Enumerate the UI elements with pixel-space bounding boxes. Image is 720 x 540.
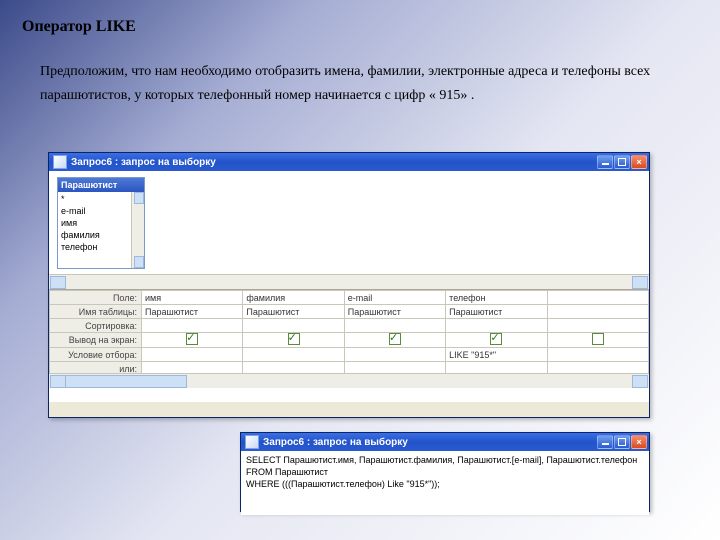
grid-cell[interactable]: Парашютист xyxy=(142,305,243,319)
row-label-table: Имя таблицы: xyxy=(50,305,142,319)
grid-cell[interactable]: Парашютист xyxy=(344,305,445,319)
maximize-button[interactable] xyxy=(614,435,630,449)
scroll-right-button[interactable] xyxy=(632,375,648,388)
grid-cell[interactable] xyxy=(243,333,344,348)
vertical-scrollbar[interactable] xyxy=(131,192,144,268)
grid-cell[interactable] xyxy=(344,333,445,348)
grid-cell[interactable] xyxy=(547,333,648,348)
maximize-button[interactable] xyxy=(614,155,630,169)
grid-cell[interactable] xyxy=(243,319,344,333)
query-sql-window: Запрос6 : запрос на выборку × SELECT Пар… xyxy=(240,432,650,512)
grid-cell[interactable] xyxy=(547,305,648,319)
upper-horizontal-scrollbar[interactable] xyxy=(49,274,649,289)
row-label-sort: Сортировка: xyxy=(50,319,142,333)
grid-cell[interactable]: имя xyxy=(142,291,243,305)
grid-cell[interactable] xyxy=(344,348,445,362)
grid-cell[interactable] xyxy=(547,348,648,362)
row-label-show: Вывод на экран: xyxy=(50,333,142,348)
grid-cell[interactable] xyxy=(344,319,445,333)
show-checkbox[interactable] xyxy=(490,333,502,345)
grid-cell[interactable]: Парашютист xyxy=(446,305,547,319)
titlebar[interactable]: Запрос6 : запрос на выборку × xyxy=(49,153,649,171)
grid-cell[interactable] xyxy=(446,333,547,348)
titlebar[interactable]: Запрос6 : запрос на выборку × xyxy=(241,433,649,451)
grid-cell[interactable] xyxy=(446,319,547,333)
minimize-button[interactable] xyxy=(597,435,613,449)
grid-cell[interactable]: телефон xyxy=(446,291,547,305)
grid-cell[interactable] xyxy=(142,333,243,348)
grid-cell[interactable] xyxy=(547,291,648,305)
design-grid-pane: Поле: имя фамилия e-mail телефон Имя таб… xyxy=(49,290,649,402)
app-icon xyxy=(53,155,67,169)
show-checkbox[interactable] xyxy=(389,333,401,345)
sql-text[interactable]: SELECT Парашютист.имя, Парашютист.фамили… xyxy=(241,451,649,515)
grid-cell[interactable] xyxy=(243,348,344,362)
show-checkbox[interactable] xyxy=(592,333,604,345)
scroll-left-button[interactable] xyxy=(50,276,66,289)
show-checkbox[interactable] xyxy=(288,333,300,345)
grid-cell[interactable]: фамилия xyxy=(243,291,344,305)
grid-cell[interactable]: Парашютист xyxy=(243,305,344,319)
scroll-left-button[interactable] xyxy=(50,375,66,388)
grid-cell[interactable]: LIKE "915*" xyxy=(446,348,547,362)
grid-cell[interactable] xyxy=(547,319,648,333)
qbe-grid[interactable]: Поле: имя фамилия e-mail телефон Имя таб… xyxy=(49,290,649,376)
grid-cell[interactable] xyxy=(142,319,243,333)
show-checkbox[interactable] xyxy=(186,333,198,345)
page-description: Предположим, что нам необходимо отобрази… xyxy=(40,60,688,108)
row-label-criteria: Условие отбора: xyxy=(50,348,142,362)
scroll-thumb[interactable] xyxy=(65,375,187,388)
page-title: Оператор LIKE xyxy=(22,18,698,36)
window-title: Запрос6 : запрос на выборку xyxy=(71,157,597,168)
grid-cell[interactable] xyxy=(142,348,243,362)
scroll-right-button[interactable] xyxy=(632,276,648,289)
grid-cell[interactable]: e-mail xyxy=(344,291,445,305)
close-button[interactable]: × xyxy=(631,155,647,169)
grid-horizontal-scrollbar[interactable] xyxy=(49,373,649,388)
window-title: Запрос6 : запрос на выборку xyxy=(263,437,597,448)
table-field-list[interactable]: Парашютист * e-mail имя фамилия телефон xyxy=(57,177,145,269)
design-upper-pane: Парашютист * e-mail имя фамилия телефон xyxy=(49,171,649,290)
close-button[interactable]: × xyxy=(631,435,647,449)
app-icon xyxy=(245,435,259,449)
row-label-field: Поле: xyxy=(50,291,142,305)
minimize-button[interactable] xyxy=(597,155,613,169)
query-design-window: Запрос6 : запрос на выборку × Парашютист… xyxy=(48,152,650,418)
table-name: Парашютист xyxy=(58,178,144,192)
